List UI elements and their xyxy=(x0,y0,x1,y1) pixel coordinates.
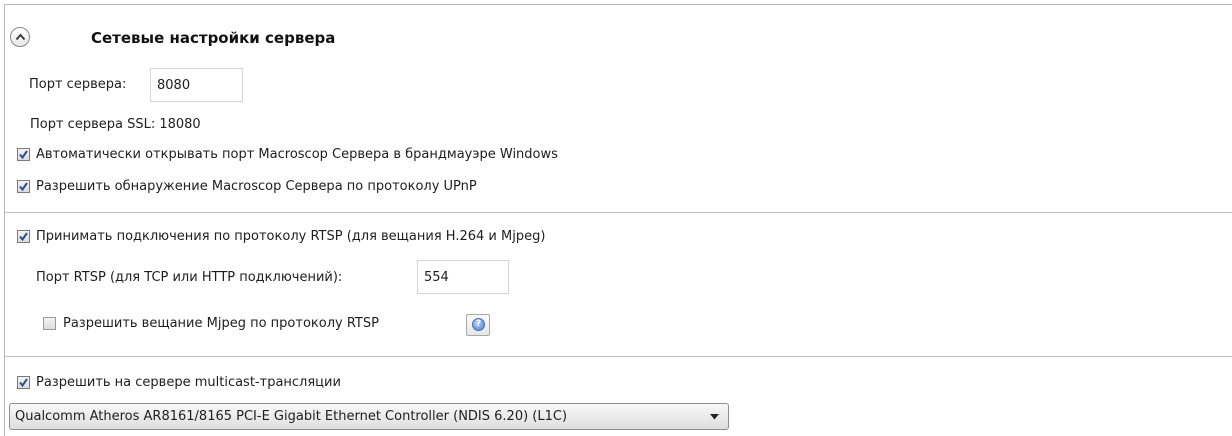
collapse-section-button[interactable] xyxy=(10,27,30,47)
section-title: Сетевые настройки сервера xyxy=(91,29,336,47)
server-port-label: Порт сервера: xyxy=(29,77,127,92)
network-adapter-selected-value: Qualcomm Atheros AR8161/8165 PCI-E Gigab… xyxy=(15,409,568,424)
check-mark-icon xyxy=(19,378,28,388)
check-mark-icon xyxy=(19,182,28,192)
chevron-up-icon xyxy=(15,33,26,41)
check-mark-icon xyxy=(19,150,28,160)
multicast-checkbox[interactable] xyxy=(17,376,30,389)
dropdown-arrow-icon xyxy=(710,414,719,420)
firewall-checkbox[interactable] xyxy=(17,148,30,161)
help-icon: ? xyxy=(472,318,485,331)
ssl-port-text: Порт сервера SSL: 18080 xyxy=(30,117,201,132)
help-button[interactable]: ? xyxy=(466,314,490,336)
check-mark-icon xyxy=(19,232,28,242)
rtsp-checkbox-label[interactable]: Принимать подключения по протоколу RTSP … xyxy=(36,229,545,245)
mjpeg-rtsp-checkbox-label[interactable]: Разрешить вещание Mjpeg по протоколу RTS… xyxy=(63,316,379,332)
rtsp-port-input[interactable] xyxy=(417,260,509,294)
network-adapter-select[interactable]: Qualcomm Atheros AR8161/8165 PCI-E Gigab… xyxy=(9,403,729,430)
server-port-input[interactable] xyxy=(150,68,243,102)
rtsp-checkbox[interactable] xyxy=(17,230,30,243)
upnp-checkbox-label[interactable]: Разрешить обнаружение Macroscop Сервера … xyxy=(36,179,477,195)
upnp-checkbox[interactable] xyxy=(17,180,30,193)
divider xyxy=(5,212,1232,213)
firewall-checkbox-label[interactable]: Автоматически открывать порт Macroscop С… xyxy=(36,147,558,163)
multicast-checkbox-label[interactable]: Разрешить на сервере multicast-трансляци… xyxy=(36,375,341,391)
divider xyxy=(5,356,1232,357)
rtsp-port-label: Порт RTSP (для TCP или HTTP подключений)… xyxy=(36,270,343,285)
mjpeg-rtsp-checkbox[interactable] xyxy=(43,317,56,330)
